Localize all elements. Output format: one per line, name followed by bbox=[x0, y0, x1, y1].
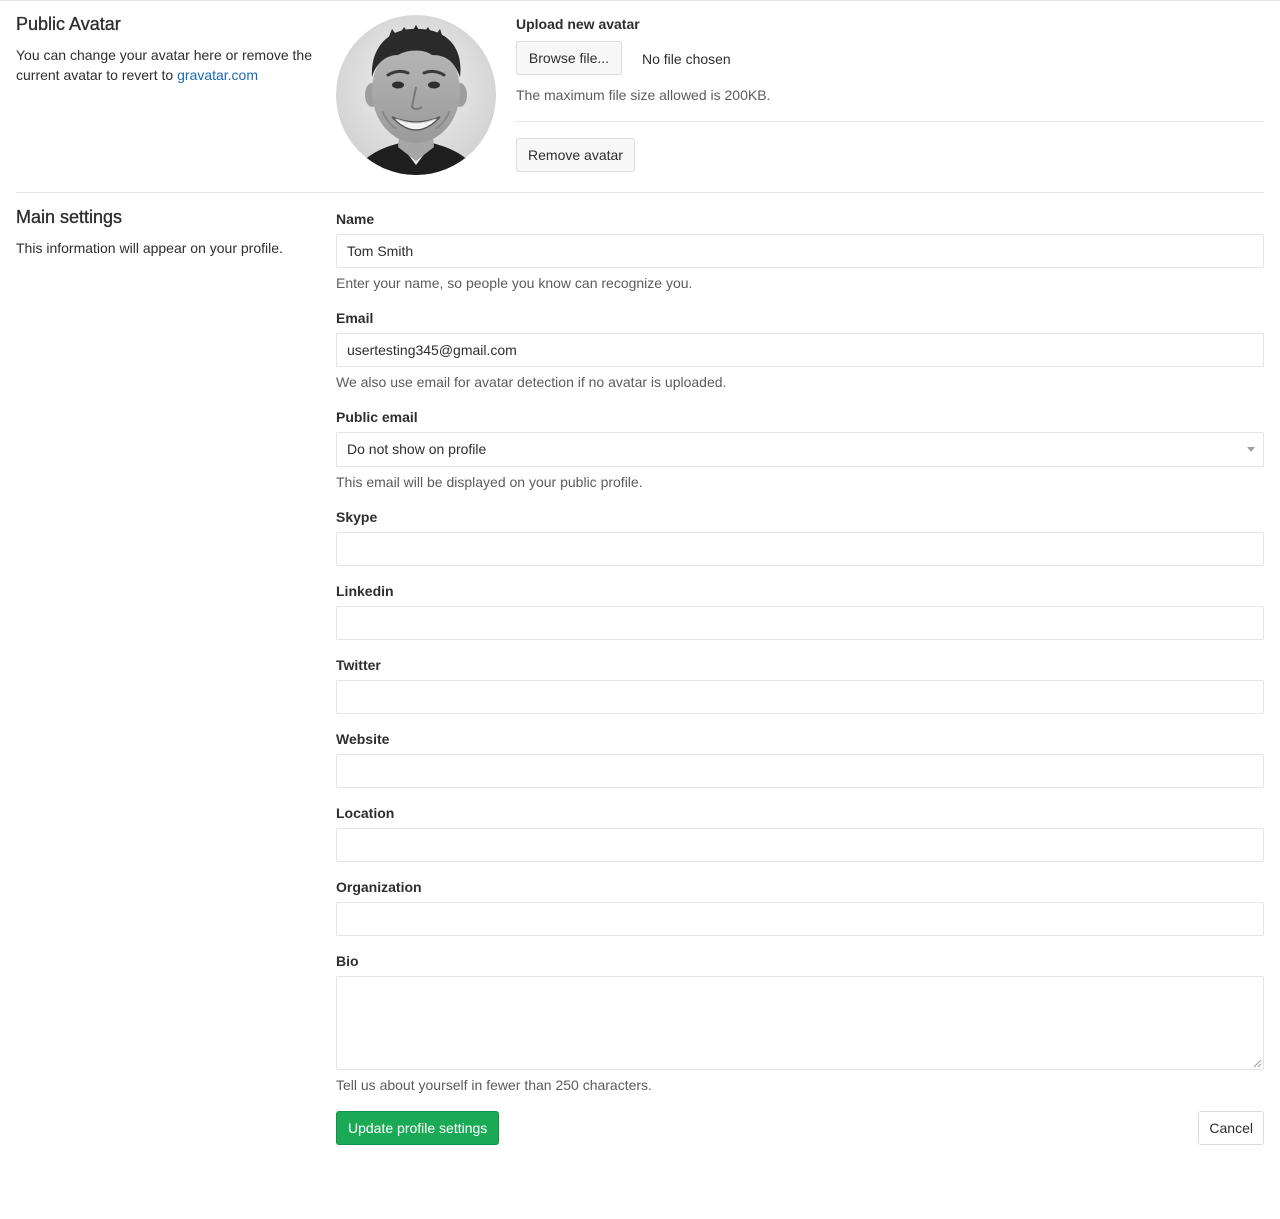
name-help: Enter your name, so people you know can … bbox=[336, 275, 693, 291]
gravatar-link[interactable]: gravatar.com bbox=[177, 67, 258, 83]
email-help: We also use email for avatar detection i… bbox=[336, 374, 727, 390]
public-email-select[interactable]: Do not show on profile bbox=[336, 432, 1264, 467]
top-border bbox=[0, 0, 1280, 1]
main-settings-description: This information will appear on your pro… bbox=[16, 240, 283, 256]
bio-textarea[interactable] bbox=[336, 976, 1264, 1070]
skype-label: Skype bbox=[336, 509, 378, 525]
resize-grip-icon[interactable] bbox=[1253, 1059, 1262, 1068]
website-label: Website bbox=[336, 731, 390, 747]
public-email-label: Public email bbox=[336, 409, 418, 425]
public-email-help: This email will be displayed on your pub… bbox=[336, 474, 643, 490]
remove-avatar-button[interactable]: Remove avatar bbox=[516, 138, 635, 172]
email-label: Email bbox=[336, 310, 374, 326]
twitter-input[interactable] bbox=[336, 680, 1264, 714]
twitter-label: Twitter bbox=[336, 657, 381, 673]
no-file-chosen-text: No file chosen bbox=[642, 51, 731, 67]
avatar-description-text: You can change your avatar here or remov… bbox=[16, 47, 313, 83]
avatar bbox=[336, 15, 496, 175]
upload-avatar-label: Upload new avatar bbox=[516, 16, 640, 32]
avatar-size-help: The maximum file size allowed is 200KB. bbox=[516, 87, 771, 103]
section-divider bbox=[16, 192, 1264, 193]
website-input[interactable] bbox=[336, 754, 1264, 788]
cancel-button[interactable]: Cancel bbox=[1198, 1111, 1264, 1145]
name-label: Name bbox=[336, 211, 375, 227]
location-input[interactable] bbox=[336, 828, 1264, 862]
email-input[interactable]: usertesting345@gmail.com bbox=[336, 333, 1264, 367]
organization-label: Organization bbox=[336, 879, 422, 895]
avatar-section-description: You can change your avatar here or remov… bbox=[16, 45, 316, 85]
avatar-divider bbox=[516, 121, 1264, 122]
name-input[interactable]: Tom Smith bbox=[336, 234, 1264, 268]
organization-input[interactable] bbox=[336, 902, 1264, 936]
avatar-section-title: Public Avatar bbox=[16, 14, 121, 34]
public-email-selected: Do not show on profile bbox=[347, 441, 487, 457]
avatar-image bbox=[336, 15, 496, 175]
main-settings-title: Main settings bbox=[16, 207, 123, 227]
chevron-down-icon bbox=[1247, 447, 1255, 452]
location-label: Location bbox=[336, 805, 395, 821]
linkedin-input[interactable] bbox=[336, 606, 1264, 640]
bio-label: Bio bbox=[336, 953, 359, 969]
browse-file-button[interactable]: Browse file... bbox=[516, 41, 622, 75]
linkedin-label: Linkedin bbox=[336, 583, 394, 599]
skype-input[interactable] bbox=[336, 532, 1264, 566]
update-profile-button[interactable]: Update profile settings bbox=[336, 1111, 500, 1145]
bio-help: Tell us about yourself in fewer than 250… bbox=[336, 1077, 652, 1093]
